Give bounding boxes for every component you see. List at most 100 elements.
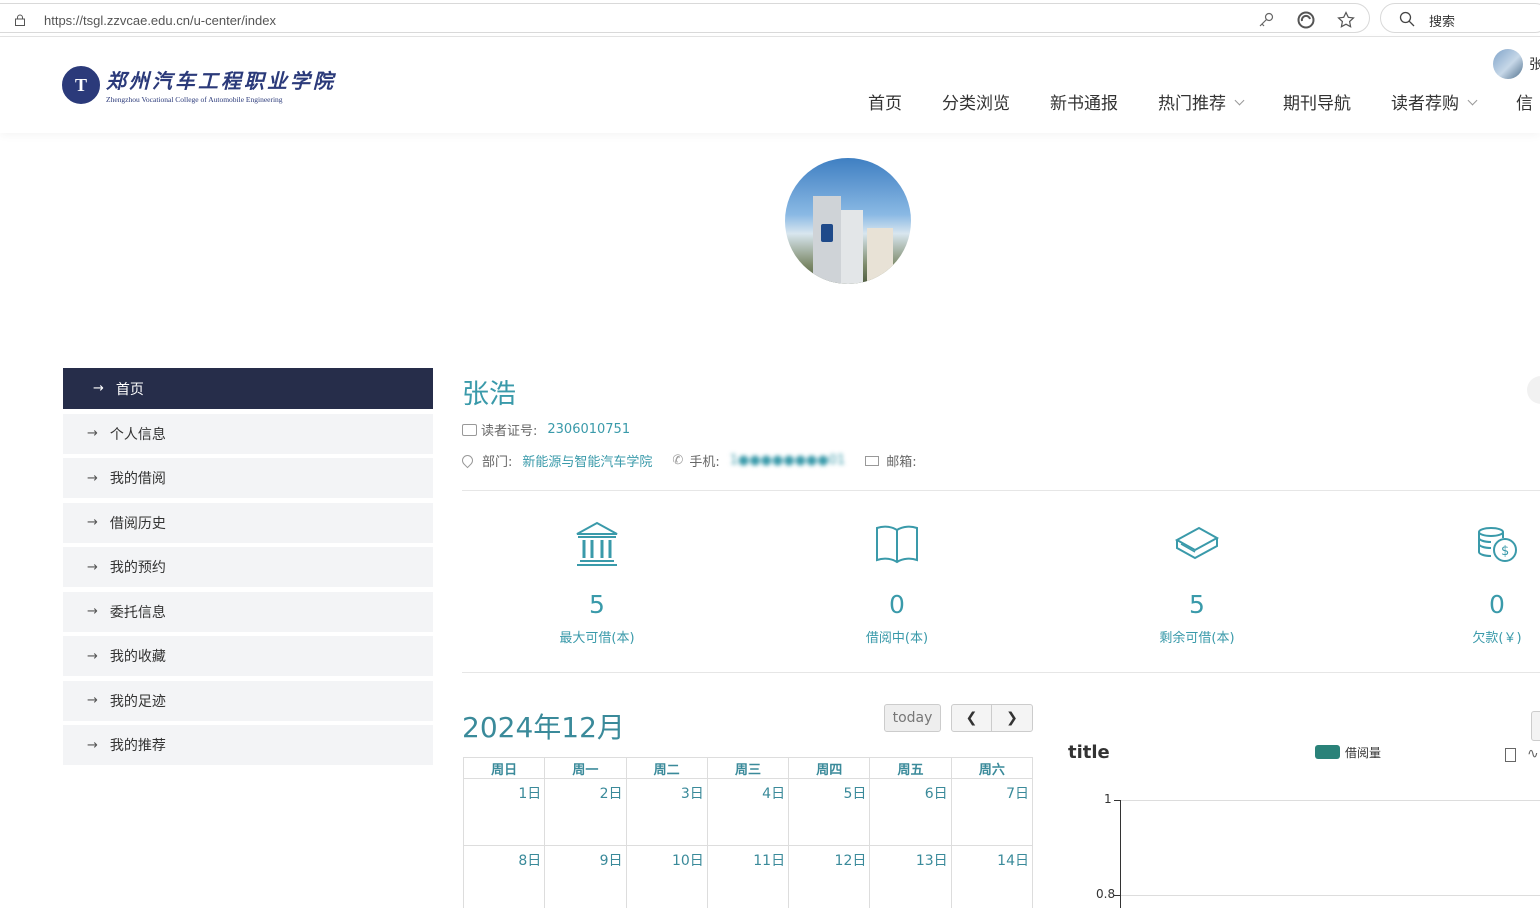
edge-icon[interactable]	[1297, 11, 1315, 29]
divider	[462, 490, 1540, 491]
stat-debt: $ 0 欠款(￥)	[1397, 520, 1540, 646]
avatar-building	[841, 210, 863, 284]
calendar-day[interactable]: 6日	[869, 778, 952, 846]
key-icon[interactable]	[1257, 11, 1275, 29]
calendar-day[interactable]: 9日	[544, 845, 627, 908]
stat-label: 最大可借(本)	[559, 631, 635, 646]
next-month-button[interactable]: ❯	[991, 704, 1033, 732]
chevron-left-icon: ❮	[965, 710, 978, 726]
calendar-day[interactable]: 12日	[788, 845, 871, 908]
chevron-down-icon	[1467, 95, 1478, 105]
nav-label: 期刊导航	[1283, 94, 1351, 114]
divider	[462, 672, 1540, 673]
nav-item-hot[interactable]: 热门推荐	[1158, 89, 1245, 114]
stat-value: 5	[589, 590, 605, 619]
nav-item-category[interactable]: 分类浏览	[942, 89, 1010, 114]
nav-label: 首页	[868, 94, 902, 114]
sidebar-item-reservations[interactable]: → 我的预约	[63, 547, 433, 587]
chevron-right-icon: ❯	[1006, 710, 1018, 726]
sidebar-item-delegation[interactable]: → 委托信息	[63, 591, 433, 632]
search-icon	[1399, 11, 1415, 27]
browser-search-box[interactable]: 搜索	[1380, 3, 1540, 33]
sidebar-item-personal-info[interactable]: → 个人信息	[63, 413, 433, 454]
stat-label: 欠款(￥)	[1472, 631, 1522, 646]
sidebar-item-label: 委托信息	[109, 604, 166, 621]
weekday-header: 周三	[706, 757, 790, 779]
chevron-down-icon	[1234, 95, 1245, 105]
nav-label: 信	[1516, 94, 1533, 114]
coins-icon: $	[1478, 527, 1517, 562]
sidebar-item-home[interactable]: → 首页	[63, 368, 433, 409]
sidebar-item-favorites[interactable]: → 我的收藏	[63, 636, 433, 676]
phone-value: 1●●●●●●●●01	[729, 453, 846, 468]
sidebar-item-label: 我的推荐	[109, 738, 166, 754]
arrow-right-icon: →	[87, 470, 98, 486]
weekday-header: 周四	[788, 757, 871, 779]
college-logo[interactable]: 郑州汽车工程职业学院 Zhengzhou Vocational College …	[62, 65, 336, 104]
open-book-icon	[876, 525, 918, 564]
search-placeholder: 搜索	[1429, 15, 1456, 30]
legend-swatch[interactable]	[1315, 745, 1340, 759]
arrow-right-icon: →	[93, 381, 104, 396]
side-float-button[interactable]	[1527, 376, 1540, 404]
arrow-right-icon: →	[87, 737, 98, 753]
weekday-header: 周五	[869, 757, 952, 779]
calendar-day[interactable]: 13日	[869, 845, 952, 908]
nav-item-recommend[interactable]: 读者荐购	[1391, 89, 1478, 114]
sidebar-item-recommendations[interactable]: → 我的推荐	[63, 725, 433, 765]
user-name: 张浩	[462, 379, 516, 410]
sidebar-item-footprints[interactable]: → 我的足迹	[63, 680, 433, 721]
user-name-short[interactable]: 张	[1529, 54, 1540, 74]
stat-remaining: 5 剩余可借(本)	[1097, 520, 1297, 646]
address-bar[interactable]: https://tsgl.zzvcae.edu.cn/u-center/inde…	[0, 3, 1370, 33]
weekday-header: 周日	[462, 757, 546, 779]
nav-item-new-books[interactable]: 新书通报	[1050, 89, 1118, 114]
data-view-icon[interactable]	[1505, 748, 1516, 762]
lock-icon[interactable]	[14, 14, 26, 26]
svg-text:$: $	[1501, 544, 1509, 559]
calendar-day[interactable]: 5日	[788, 778, 871, 846]
sidebar-item-my-loans[interactable]: → 我的借阅	[63, 458, 433, 498]
calendar-day[interactable]: 4日	[706, 778, 790, 846]
calendar-day[interactable]: 7日	[950, 778, 1034, 846]
user-avatar-small[interactable]	[1493, 49, 1523, 79]
stat-value: 5	[1189, 590, 1205, 619]
url-text[interactable]: https://tsgl.zzvcae.edu.cn/u-center/inde…	[44, 13, 276, 28]
calendar-day[interactable]: 10日	[625, 845, 708, 908]
calendar-day[interactable]: 11日	[706, 845, 790, 908]
calendar-day[interactable]: 1日	[462, 778, 546, 846]
today-button[interactable]: today	[884, 704, 941, 732]
nav-label: 分类浏览	[942, 94, 1010, 114]
arrow-right-icon: →	[87, 604, 98, 619]
arrow-right-icon: →	[87, 693, 98, 708]
sidebar-item-loan-history[interactable]: → 借阅历史	[63, 502, 433, 543]
mail-icon	[865, 455, 880, 466]
bank-icon	[576, 521, 618, 566]
prev-month-button[interactable]: ❮	[951, 704, 992, 732]
sidebar-item-label: 我的足迹	[109, 693, 166, 710]
line-chart-icon[interactable]: ∿	[1527, 746, 1539, 762]
chart-toolbar-button[interactable]	[1531, 711, 1540, 741]
profile-avatar[interactable]	[785, 158, 911, 284]
calendar-day[interactable]: 3日	[625, 778, 708, 846]
calendar-day[interactable]: 8日	[462, 845, 546, 908]
logo-english-name: Zhengzhou Vocational College of Automobi…	[106, 95, 283, 104]
calendar-day[interactable]: 2日	[544, 778, 627, 846]
nav-item-info[interactable]: 信	[1516, 89, 1533, 114]
main-nav: 首页 分类浏览 新书通报 热门推荐 期刊导航 读者荐购 信	[868, 89, 1540, 114]
stat-label: 剩余可借(本)	[1159, 631, 1235, 646]
stat-borrowing: 0 借阅中(本)	[797, 520, 997, 646]
grid-line	[1121, 895, 1540, 896]
nav-item-home[interactable]: 首页	[868, 89, 902, 114]
calendar-day[interactable]: 14日	[950, 845, 1034, 908]
department-label: 部门:	[482, 455, 513, 470]
favorite-star-icon[interactable]	[1337, 11, 1355, 29]
nav-item-journals[interactable]: 期刊导航	[1283, 89, 1351, 114]
legend-label[interactable]: 借阅量	[1345, 744, 1381, 761]
site-header: 郑州汽车工程职业学院 Zhengzhou Vocational College …	[0, 37, 1540, 133]
logo-chinese-name: 郑州汽车工程职业学院	[106, 69, 336, 93]
stat-label: 借阅中(本)	[865, 631, 929, 646]
avatar-emblem	[821, 224, 833, 242]
y-tick-label: 1	[1104, 792, 1112, 806]
arrow-right-icon: →	[87, 648, 98, 664]
